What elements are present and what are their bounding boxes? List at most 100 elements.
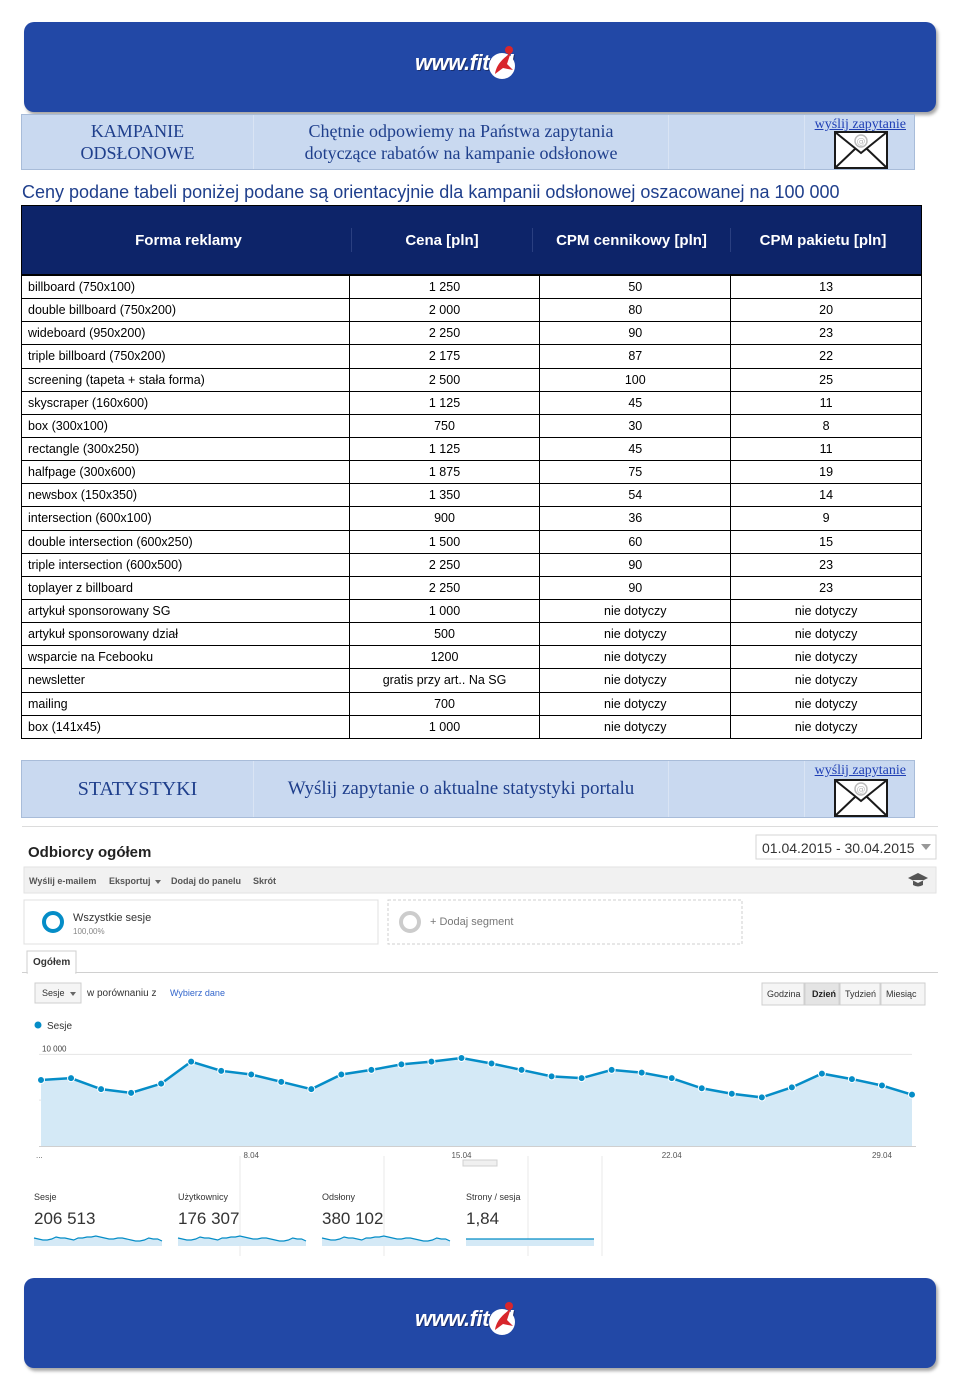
data-point[interactable]	[487, 1059, 496, 1068]
price-cell: 1 250	[348, 274, 541, 300]
email-envelope-icon[interactable]: @	[834, 131, 888, 169]
summary-sparkline-area	[34, 1236, 162, 1246]
toolbar-add-panel[interactable]: Dodaj do panelu	[171, 876, 241, 886]
cpm-package-cell: 23	[730, 575, 922, 600]
cpm-package-cell: nie dotyczy	[730, 668, 922, 693]
runner-logo-icon	[489, 1302, 515, 1335]
table-row: wsparcie na Fcebooku 1200 nie dotyczy nie d…	[21, 645, 922, 670]
toolbar-shortcut[interactable]: Skrót	[253, 876, 276, 886]
runner-logo-icon	[489, 46, 515, 79]
table-row: toplayer z billboard 2 250 90 23	[21, 575, 922, 600]
cpm-list-cell: nie dotyczy	[539, 714, 732, 739]
summary-label: Strony / sesja	[466, 1192, 521, 1202]
ad-form-cell: halfpage (300x600)	[21, 460, 350, 485]
cpm-package-cell: 8	[730, 413, 922, 438]
summary-value: 206 513	[34, 1209, 95, 1228]
cpm-package-cell: 25	[730, 367, 922, 392]
data-point[interactable]	[607, 1065, 616, 1074]
price-cell: 700	[348, 691, 541, 716]
table-row: newsletter gratis przy art.. Na SG nie dot…	[21, 668, 922, 693]
cpm-package-cell: nie dotyczy	[730, 645, 922, 670]
ad-form-cell: toplayer z billboard	[21, 575, 350, 600]
ad-form-cell: intersection (600x100)	[21, 506, 350, 531]
data-point[interactable]	[247, 1070, 256, 1079]
price-table-body: billboard (750x100) 1 250 50 13 double billb…	[21, 274, 922, 739]
cpm-list-cell: 90	[539, 321, 732, 346]
data-point[interactable]	[847, 1075, 856, 1084]
choose-metric-link[interactable]: Wybierz dane	[170, 988, 225, 998]
data-point[interactable]	[397, 1060, 406, 1069]
ad-form-cell: wideboard (950x200)	[21, 321, 350, 346]
cpm-package-cell: 9	[730, 506, 922, 531]
data-point[interactable]	[457, 1054, 466, 1062]
data-point[interactable]	[577, 1074, 586, 1083]
data-point[interactable]	[187, 1057, 196, 1066]
granularity-week-label: Tydzień	[845, 989, 876, 999]
table-row: artykuł sponsorowany SG 1 000 nie dotyczy n…	[21, 598, 922, 624]
pricing-note: Ceny podane tabeli poniżej podane są ori…	[22, 182, 840, 202]
data-point[interactable]	[697, 1084, 706, 1093]
table-row: triple intersection (600x500) 2 250 90 23	[21, 552, 922, 577]
data-point[interactable]	[547, 1072, 556, 1081]
campaign-info-box: KAMPANIE ODSŁONOWE Chętnie odpowiemy na …	[21, 114, 915, 170]
cpm-list-cell: 90	[539, 552, 732, 577]
site-logo[interactable]: www.fit.pl	[415, 1300, 545, 1346]
cpm-package-cell: 11	[730, 436, 922, 462]
ad-form-cell: rectangle (300x250)	[21, 436, 350, 462]
data-point[interactable]	[157, 1079, 166, 1088]
price-cell: 900	[348, 506, 541, 531]
cpm-list-cell: nie dotyczy	[539, 691, 732, 716]
table-row: double intersection (600x250) 1 500 60 15	[21, 529, 922, 554]
ad-form-cell: box (300x100)	[21, 413, 350, 438]
data-point[interactable]	[127, 1088, 136, 1097]
data-point[interactable]	[637, 1068, 646, 1077]
data-point[interactable]	[67, 1074, 76, 1083]
price-table: Forma reklamy Cena [pln] CPM cennikowy […	[21, 205, 922, 739]
price-cell: 2 500	[348, 367, 541, 392]
analytics-title: Odbiorcy ogółem	[28, 844, 151, 861]
data-point[interactable]	[877, 1081, 886, 1090]
table-row: billboard (750x100) 1 250 50 13	[21, 274, 922, 300]
granularity-hour-label: Godzina	[767, 989, 801, 999]
cpm-list-cell: nie dotyczy	[539, 622, 732, 647]
toolbar-export[interactable]: Eksportuj	[109, 876, 151, 886]
data-point[interactable]	[667, 1074, 676, 1083]
data-point[interactable]	[817, 1069, 826, 1078]
data-point[interactable]	[367, 1065, 376, 1074]
data-point[interactable]	[517, 1065, 526, 1074]
header-cpm-package: CPM pakietu [pln]	[759, 231, 887, 249]
table-row: halfpage (300x600) 1 875 75 19	[21, 460, 922, 485]
price-cell: 1 000	[348, 598, 541, 624]
data-point[interactable]	[37, 1076, 45, 1084]
x-tick-label: 22.04	[662, 1151, 683, 1160]
table-row: mailing 700 nie dotyczy nie dotyczy	[21, 691, 922, 716]
chart-resize-handle[interactable]	[462, 1159, 498, 1167]
data-point[interactable]	[277, 1077, 286, 1086]
toolbar-email[interactable]: Wyślij e-mailem	[29, 876, 96, 886]
segment-name: Wszystkie sesje	[73, 912, 151, 924]
data-point[interactable]	[908, 1090, 916, 1099]
data-point[interactable]	[787, 1083, 796, 1092]
x-tick-label: ...	[36, 1151, 43, 1160]
price-cell: 1 000	[348, 714, 541, 739]
summary-sparkline-area	[322, 1236, 450, 1246]
cpm-package-cell: nie dotyczy	[730, 714, 922, 739]
date-range-text: 01.04.2015 - 30.04.2015	[762, 840, 915, 856]
header-cpm-list: CPM cennikowy [pln]	[533, 228, 731, 252]
cpm-package-cell: nie dotyczy	[730, 691, 922, 716]
price-cell: 1 500	[348, 529, 541, 554]
data-point[interactable]	[427, 1057, 436, 1066]
data-point[interactable]	[217, 1066, 226, 1075]
campaign-title: KAMPANIE ODSŁONOWE	[22, 115, 254, 169]
send-stats-inquiry-link[interactable]: wyślij zapytanie	[815, 763, 906, 779]
email-envelope-icon[interactable]: @	[834, 779, 888, 817]
cpm-list-cell: nie dotyczy	[539, 598, 732, 624]
data-point[interactable]	[727, 1089, 736, 1098]
data-point[interactable]	[757, 1093, 766, 1102]
site-logo[interactable]: www.fit.pl	[415, 44, 545, 90]
data-point[interactable]	[97, 1085, 106, 1094]
legend-dot	[34, 1021, 42, 1029]
ad-form-cell: artykuł sponsorowany dział	[21, 622, 350, 647]
data-point[interactable]	[307, 1085, 316, 1094]
data-point[interactable]	[337, 1070, 346, 1079]
